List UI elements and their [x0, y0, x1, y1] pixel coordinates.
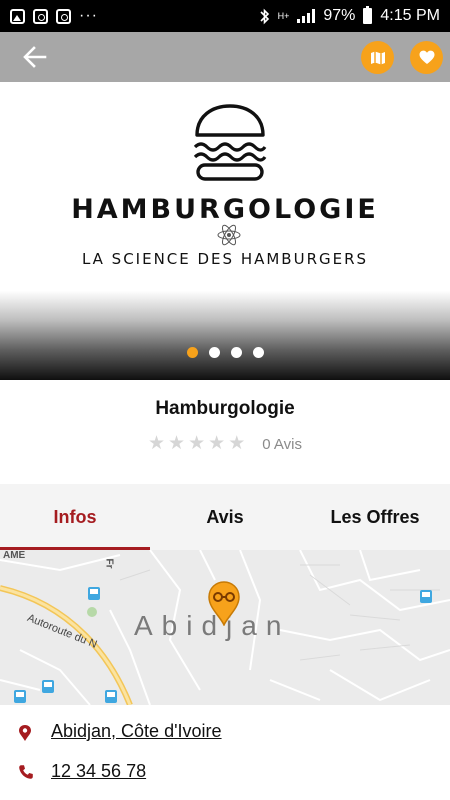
carousel-dot[interactable] [230, 347, 242, 358]
brand-tagline: LA SCIENCE DES HAMBURGERS [81, 250, 369, 268]
brand-title: HAMBURGOLOGIE [71, 194, 379, 225]
burger-logo-icon [193, 104, 267, 181]
star-icon: ★ [148, 433, 166, 454]
phone-row[interactable]: 12 34 56 78 [0, 752, 450, 792]
image-icon [10, 8, 25, 24]
map-side-label: Fr [103, 558, 115, 569]
instagram-icon [56, 8, 71, 24]
map-view[interactable]: AME Fr Autoroute du N Abidjan [0, 550, 450, 705]
hero-carousel[interactable]: HAMBURGOLOGIE LA SCIENCE DES HAMBURGERS [0, 82, 450, 380]
tab-bar: Infos Avis Les Offres [0, 484, 450, 550]
phone-link[interactable]: 12 34 56 78 [51, 761, 146, 782]
phone-icon [19, 765, 33, 779]
carousel-dot[interactable] [252, 347, 264, 358]
carousel-dot[interactable] [186, 347, 198, 358]
map-corner-label: AME [3, 550, 26, 561]
status-bar: ··· H+ 97% 4:15 PM [0, 0, 450, 32]
bus-stop-icon [14, 690, 26, 703]
signal-icon [297, 9, 316, 23]
tab-infos[interactable]: Infos [0, 484, 150, 550]
carousel-dot[interactable] [208, 347, 220, 358]
back-button[interactable] [18, 40, 52, 74]
map-button[interactable] [361, 41, 394, 74]
address-row[interactable]: Abidjan, Côte d'Ivoire [0, 712, 450, 752]
star-icon: ★ [168, 433, 186, 454]
map-pin-icon[interactable] [206, 580, 242, 626]
place-name: Hamburgologie [155, 398, 295, 419]
tab-offres[interactable]: Les Offres [300, 484, 450, 550]
star-icon: ★ [228, 433, 246, 454]
star-icon: ★ [188, 433, 206, 454]
favorite-button[interactable] [410, 41, 443, 74]
battery-percent: 97% [323, 7, 356, 24]
map-icon [370, 51, 385, 64]
heart-icon [419, 50, 434, 64]
review-count[interactable]: 0 Avis [262, 436, 302, 453]
bus-stop-icon [42, 680, 54, 693]
star-icon: ★ [208, 433, 226, 454]
network-type: H+ [277, 10, 290, 21]
carousel-indicator [0, 347, 450, 358]
overflow-dots: ··· [79, 7, 98, 24]
tab-avis[interactable]: Avis [150, 484, 300, 550]
rating: ★ ★ ★ ★ ★ 0 Avis [0, 434, 450, 454]
address-link[interactable]: Abidjan, Côte d'Ivoire [51, 721, 222, 742]
clock: 4:15 PM [380, 7, 440, 24]
app-bar [0, 32, 450, 82]
location-pin-icon [19, 725, 31, 741]
atom-icon [217, 224, 241, 246]
battery-icon [363, 6, 373, 24]
instagram-icon [33, 8, 48, 24]
bus-stop-icon [88, 587, 100, 600]
bus-stop-icon [105, 690, 117, 703]
bluetooth-icon [260, 8, 269, 24]
bus-stop-icon [420, 590, 432, 603]
arrow-left-icon [23, 46, 47, 68]
